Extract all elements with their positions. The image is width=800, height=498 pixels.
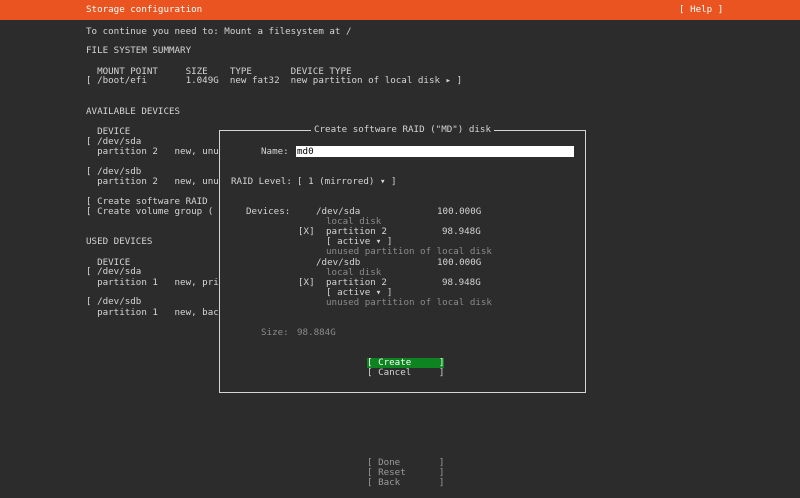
- fs-summary-row[interactable]: [ /boot/efi 1.049G new fat32 new partiti…: [86, 76, 462, 86]
- instruction-text: To continue you need to: Mount a filesys…: [86, 26, 352, 37]
- available-sdb-partition[interactable]: partition 2 new, unu: [86, 177, 219, 187]
- create-volume-group-button[interactable]: [ Create volume group (: [86, 207, 213, 217]
- name-label: Name:: [261, 146, 289, 157]
- available-sda-partition[interactable]: partition 2 new, unu: [86, 147, 219, 157]
- raid-level-select[interactable]: [ 1 (mirrored) ▾ ]: [297, 177, 397, 187]
- dialog-title: Create software RAID ("MD") disk: [220, 124, 585, 135]
- device-sda-partition-size: 98.948G: [442, 226, 481, 237]
- page-title: Storage configuration: [86, 4, 203, 15]
- used-sda-partition[interactable]: partition 1 new, pri: [86, 278, 219, 288]
- device-sdb-partition-size: 98.948G: [442, 277, 481, 288]
- device-sda-size: 100.000G: [437, 206, 482, 217]
- device-sda-partition-desc: unused partition of local disk: [326, 246, 492, 257]
- fs-summary-heading: FILE SYSTEM SUMMARY: [86, 45, 192, 56]
- header-bar: Storage configuration [ Help ]: [0, 0, 800, 20]
- size-label: Size:: [261, 327, 289, 338]
- device-sdb-partition-desc: unused partition of local disk: [326, 297, 492, 308]
- dialog-title-text: Create software RAID ("MD") disk: [310, 124, 494, 135]
- available-devices-heading: AVAILABLE DEVICES: [86, 106, 181, 117]
- used-sdb-partition[interactable]: partition 1 new, bac: [86, 308, 219, 318]
- device-sda-partition-checkbox[interactable]: [X]: [298, 227, 315, 237]
- device-sdb-partition-checkbox[interactable]: [X]: [298, 278, 315, 288]
- back-button[interactable]: [ Back ]: [367, 478, 444, 488]
- used-sda-row[interactable]: [ /dev/sda: [86, 267, 141, 277]
- help-button[interactable]: [ Help ]: [679, 5, 723, 15]
- used-devices-heading: USED DEVICES: [86, 236, 153, 247]
- cancel-button[interactable]: [ Cancel ]: [367, 368, 444, 378]
- create-raid-dialog: Create software RAID ("MD") disk Name: m…: [219, 124, 586, 393]
- name-input[interactable]: md0: [296, 146, 574, 157]
- size-value: 98.884G: [297, 327, 336, 338]
- device-sdb-size: 100.000G: [437, 257, 482, 268]
- devices-label: Devices:: [246, 206, 291, 217]
- raid-level-label: RAID Level:: [231, 176, 292, 187]
- used-sdb-row[interactable]: [ /dev/sdb: [86, 297, 141, 307]
